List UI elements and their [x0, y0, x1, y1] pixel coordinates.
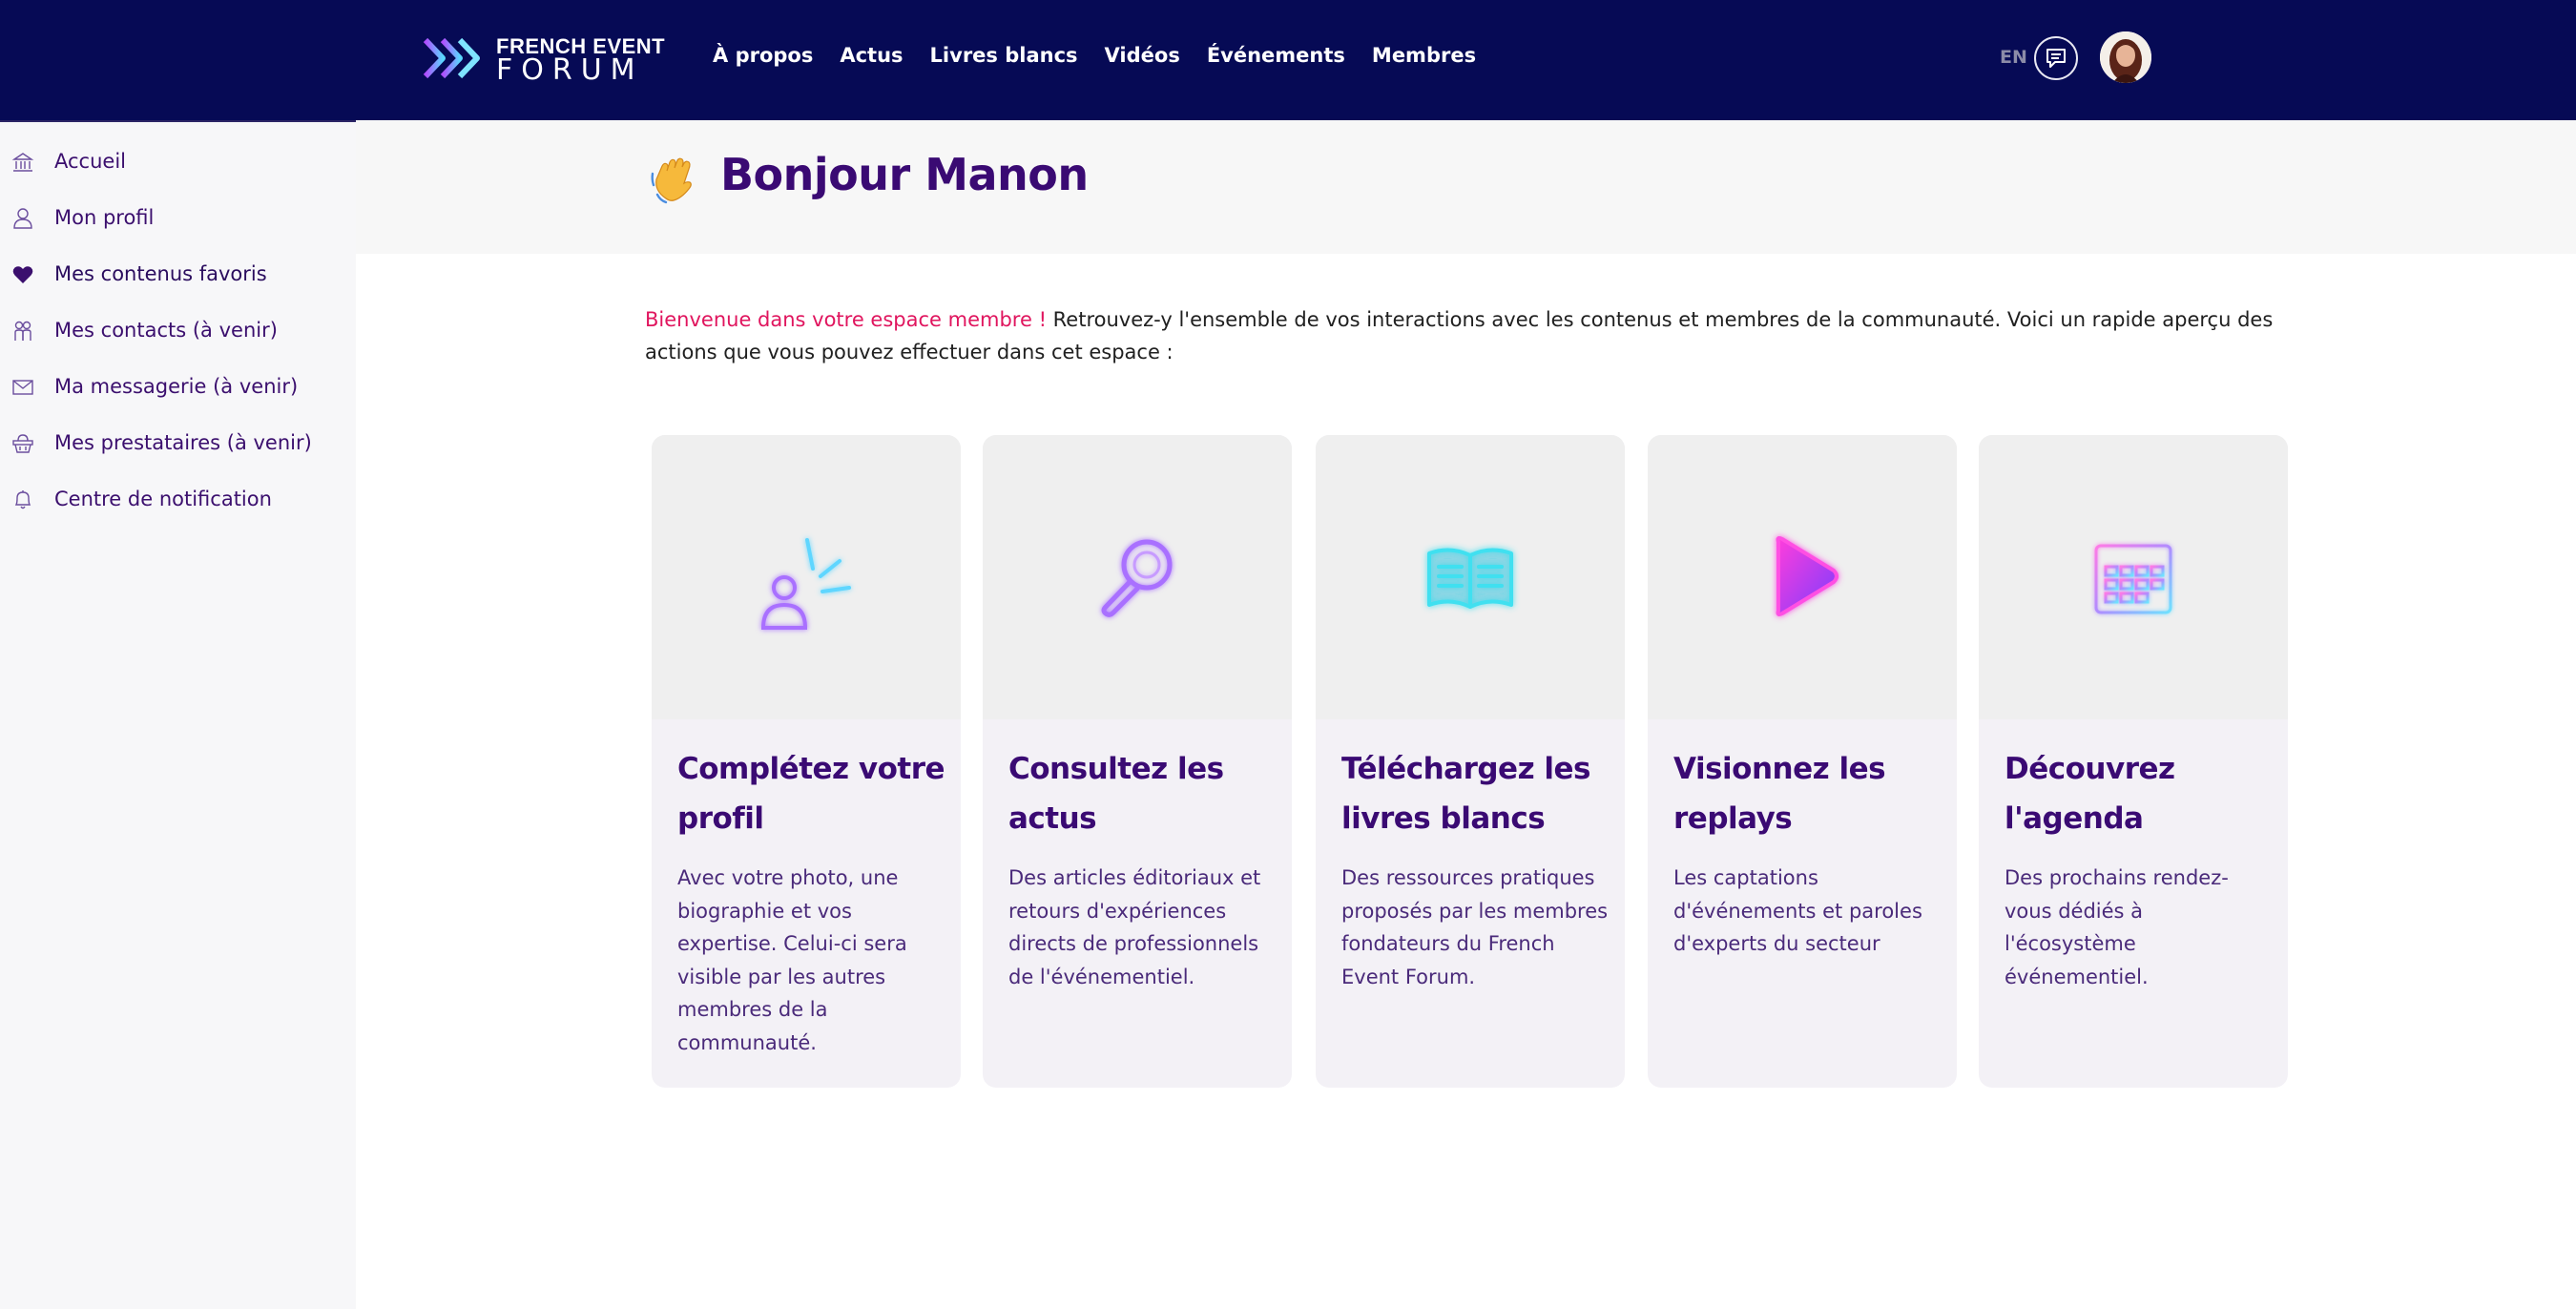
card-white-papers[interactable]: Téléchargez les livres blancs Des ressou…	[1316, 435, 1625, 1088]
card-description: Des prochains rendez-vous dédiés à l'éco…	[2005, 866, 2229, 988]
messages-button[interactable]	[2034, 36, 2078, 80]
chevrons-logo-icon	[423, 37, 480, 79]
sidebar-item-label: Accueil	[54, 150, 126, 173]
home-icon	[11, 151, 34, 174]
card-description: Des ressources pratiques proposés par le…	[1341, 866, 1609, 988]
card-thumb	[652, 435, 961, 719]
card-complete-profile[interactable]: Complétez votre profil Avec votre photo,…	[652, 435, 961, 1088]
card-description: Les captations d'événements et paroles d…	[1673, 866, 1922, 955]
main-nav: À propos Actus Livres blancs Vidéos Évén…	[713, 44, 1476, 67]
sidebar-item-messagerie[interactable]: Ma messagerie (à venir)	[0, 366, 356, 408]
card-replays[interactable]: Visionnez les replays Les captations d'é…	[1648, 435, 1957, 1088]
heart-icon	[11, 263, 34, 286]
card-thumb	[1648, 435, 1957, 719]
sidebar-item-prestataires[interactable]: Mes prestataires (à venir)	[0, 423, 356, 465]
sidebar-item-mon-profil[interactable]: Mon profil	[0, 197, 356, 239]
card-news[interactable]: Consultez les actus Des articles éditori…	[983, 435, 1292, 1088]
card-title: Découvrez l'agenda	[2005, 752, 2175, 836]
basket-icon	[11, 432, 34, 455]
magnifier-neon-icon	[1101, 539, 1173, 617]
page-title: Bonjour Manon	[720, 149, 1089, 200]
sidebar-item-contacts[interactable]: Mes contacts (à venir)	[0, 310, 356, 352]
profile-neon-icon	[760, 538, 851, 630]
bell-icon	[11, 488, 34, 511]
envelope-icon	[11, 376, 34, 399]
sidebar: Accueil Mon profil Mes contenus favoris …	[0, 120, 356, 1309]
nav-evenements[interactable]: Événements	[1207, 44, 1345, 67]
card-description: Des articles éditoriaux et retours d'exp…	[1008, 866, 1261, 988]
french-event-forum-logo[interactable]: FRENCH EVENT FORUM	[420, 32, 665, 87]
intro-text: Bienvenue dans votre espace membre ! Ret…	[645, 303, 2286, 368]
avatar[interactable]	[2100, 31, 2151, 83]
sidebar-item-label: Mon profil	[54, 206, 155, 229]
card-title: Visionnez les replays	[1673, 752, 1886, 836]
card-thumb	[983, 435, 1292, 719]
sidebar-item-notifications[interactable]: Centre de notification	[0, 479, 356, 521]
intro-accent: Bienvenue dans votre espace membre !	[645, 308, 1047, 331]
card-thumb	[1316, 435, 1625, 719]
chat-icon	[2046, 49, 2066, 68]
sidebar-item-label: Ma messagerie (à venir)	[54, 375, 299, 398]
sidebar-item-label: Centre de notification	[54, 488, 272, 510]
logo-line2: FORUM	[496, 53, 644, 87]
card-agenda[interactable]: Découvrez l'agenda Des prochains rendez-…	[1979, 435, 2288, 1088]
sidebar-item-label: Mes contacts (à venir)	[54, 319, 278, 342]
waving-hand-icon	[649, 153, 702, 206]
card-description: Avec votre photo, une biographie et vos …	[677, 866, 907, 1054]
nav-a-propos[interactable]: À propos	[713, 44, 813, 67]
contacts-icon	[11, 320, 34, 343]
calendar-neon-icon	[2094, 538, 2172, 614]
top-navigation-bar: FRENCH EVENT FORUM À propos Actus Livres…	[0, 0, 2576, 120]
play-neon-icon	[1776, 536, 1839, 616]
nav-membres[interactable]: Membres	[1372, 44, 1476, 67]
sidebar-item-accueil[interactable]: Accueil	[0, 141, 356, 183]
user-icon	[11, 207, 34, 230]
card-title: Consultez les actus	[1008, 752, 1224, 836]
nav-videos[interactable]: Vidéos	[1105, 44, 1180, 67]
user-photo-icon	[2100, 31, 2151, 83]
card-title: Complétez votre profil	[677, 752, 945, 836]
sidebar-item-contenus-favoris[interactable]: Mes contenus favoris	[0, 254, 356, 296]
card-title: Téléchargez les livres blancs	[1341, 752, 1591, 836]
book-neon-icon	[1427, 548, 1513, 609]
card-thumb	[1979, 435, 2288, 719]
nav-actus[interactable]: Actus	[840, 44, 903, 67]
nav-livres-blancs[interactable]: Livres blancs	[930, 44, 1078, 67]
sidebar-item-label: Mes contenus favoris	[54, 262, 267, 285]
language-switch[interactable]: EN	[2000, 47, 2027, 68]
sidebar-item-label: Mes prestataires (à venir)	[54, 431, 312, 454]
